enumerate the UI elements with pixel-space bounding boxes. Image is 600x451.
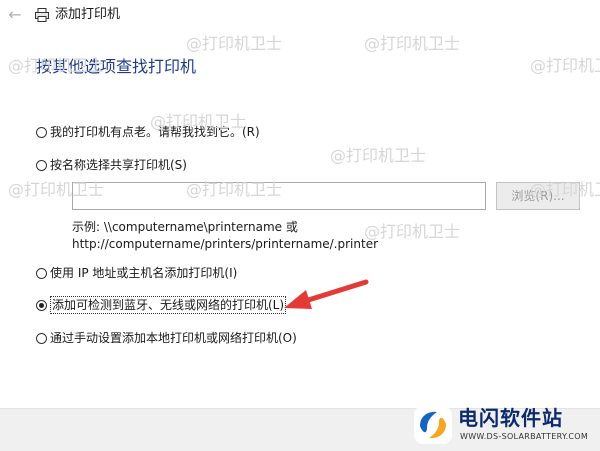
option-ip-hostname-label: 使用 IP 地址或主机名添加打印机(I) <box>50 266 238 280</box>
option-bluetooth-wireless[interactable]: 添加可检测到蓝牙、无线或网络的打印机(L) <box>36 296 287 314</box>
option-ip-hostname[interactable]: 使用 IP 地址或主机名添加打印机(I) <box>36 265 237 281</box>
radio-share-by-name[interactable] <box>36 159 47 171</box>
watermark: @打印机卫士 <box>364 34 461 53</box>
brand-watermark: 电闪软件站 WWW.DS-SOLARBATTERY.COM <box>414 404 594 448</box>
share-printer-name-input[interactable] <box>72 182 486 210</box>
radio-old-printer[interactable] <box>36 126 47 138</box>
watermark: @打印机卫士 <box>186 34 283 53</box>
radio-manual-local[interactable] <box>36 332 47 344</box>
brand-name: 电闪软件站 <box>458 406 563 430</box>
option-old-printer[interactable]: 我的打印机有点老。请帮我找到它。(R) <box>36 124 260 140</box>
page-heading: 按其他选项查找打印机 <box>36 57 197 76</box>
watermark: @打印机卫士 <box>530 56 600 75</box>
option-share-by-name[interactable]: 按名称选择共享打印机(S) <box>36 157 187 173</box>
example-text-line2: http://computername/printers/printername… <box>72 237 379 251</box>
option-bluetooth-wireless-label: 添加可检测到蓝牙、无线或网络的打印机(L) <box>50 296 287 314</box>
back-arrow-icon: ← <box>8 5 22 24</box>
option-old-printer-label: 我的打印机有点老。请帮我找到它。(R) <box>50 125 260 139</box>
watermark: @打印机卫士 <box>364 222 461 241</box>
option-manual-local[interactable]: 通过手动设置添加本地打印机或网络打印机(O) <box>36 330 297 346</box>
annotation-arrow-icon <box>284 279 369 309</box>
option-manual-local-label: 通过手动设置添加本地打印机或网络打印机(O) <box>50 331 297 345</box>
watermark: @打印机卫士 <box>330 146 427 165</box>
brand-logo-icon <box>414 406 452 444</box>
brand-url: WWW.DS-SOLARBATTERY.COM <box>460 432 589 441</box>
title-bar: ← 添加打印机 <box>0 0 600 32</box>
browse-button[interactable]: 浏览(R)... <box>496 182 580 210</box>
radio-bluetooth-wireless[interactable] <box>36 299 47 311</box>
example-text-line1: 示例: \\computername\printername 或 <box>72 220 298 234</box>
radio-ip-hostname[interactable] <box>36 267 47 279</box>
printer-icon <box>35 8 49 22</box>
window-title: 添加打印机 <box>55 7 121 22</box>
option-share-by-name-label: 按名称选择共享打印机(S) <box>50 158 187 172</box>
back-button[interactable]: ← <box>6 6 24 24</box>
